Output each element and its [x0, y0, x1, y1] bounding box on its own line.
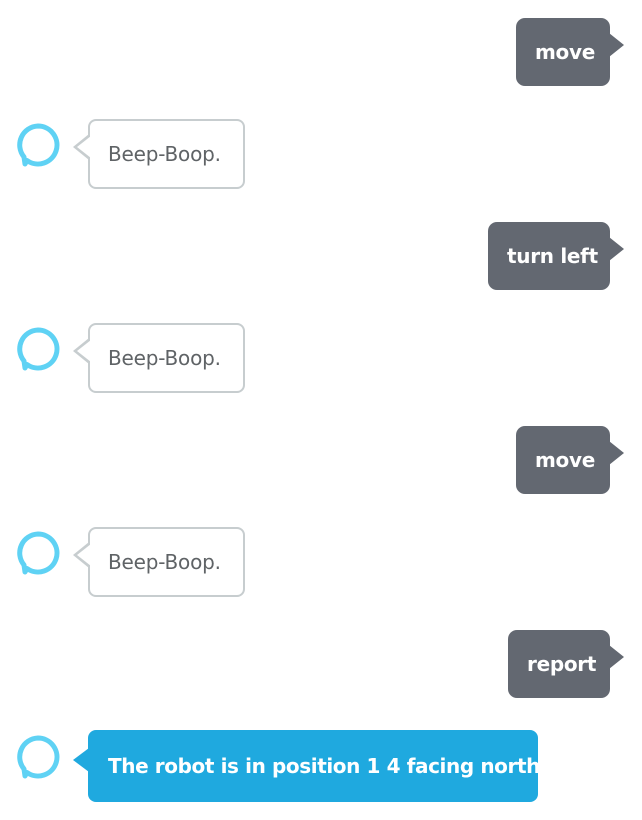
alexa-ring-icon	[17, 735, 60, 779]
user-message-bubble: move	[516, 426, 624, 494]
alexa-message-text: Beep-Boop.	[108, 346, 221, 370]
user-message-bubble: turn left	[488, 222, 624, 290]
alexa-ring-icon	[17, 327, 60, 371]
alexa-message-bubble: Beep-Boop.	[73, 323, 245, 393]
alexa-answer-bubble: The robot is in position 1 4 facing nort…	[73, 730, 548, 802]
alexa-answer-text: The robot is in position 1 4 facing nort…	[108, 754, 548, 778]
alexa-ring-icon	[17, 531, 60, 575]
alexa-message-bubble: Beep-Boop.	[73, 527, 245, 597]
alexa-message-text: Beep-Boop.	[108, 550, 221, 574]
alexa-message-bubble: Beep-Boop.	[73, 119, 245, 189]
alexa-ring-icon	[17, 123, 60, 167]
user-message-text: move	[535, 40, 595, 64]
user-message-text: move	[535, 448, 595, 472]
user-message-text: turn left	[507, 244, 598, 268]
user-message-bubble: move	[516, 18, 624, 86]
user-message-text: report	[527, 652, 597, 676]
user-message-bubble: report	[508, 630, 624, 698]
alexa-message-text: Beep-Boop.	[108, 142, 221, 166]
